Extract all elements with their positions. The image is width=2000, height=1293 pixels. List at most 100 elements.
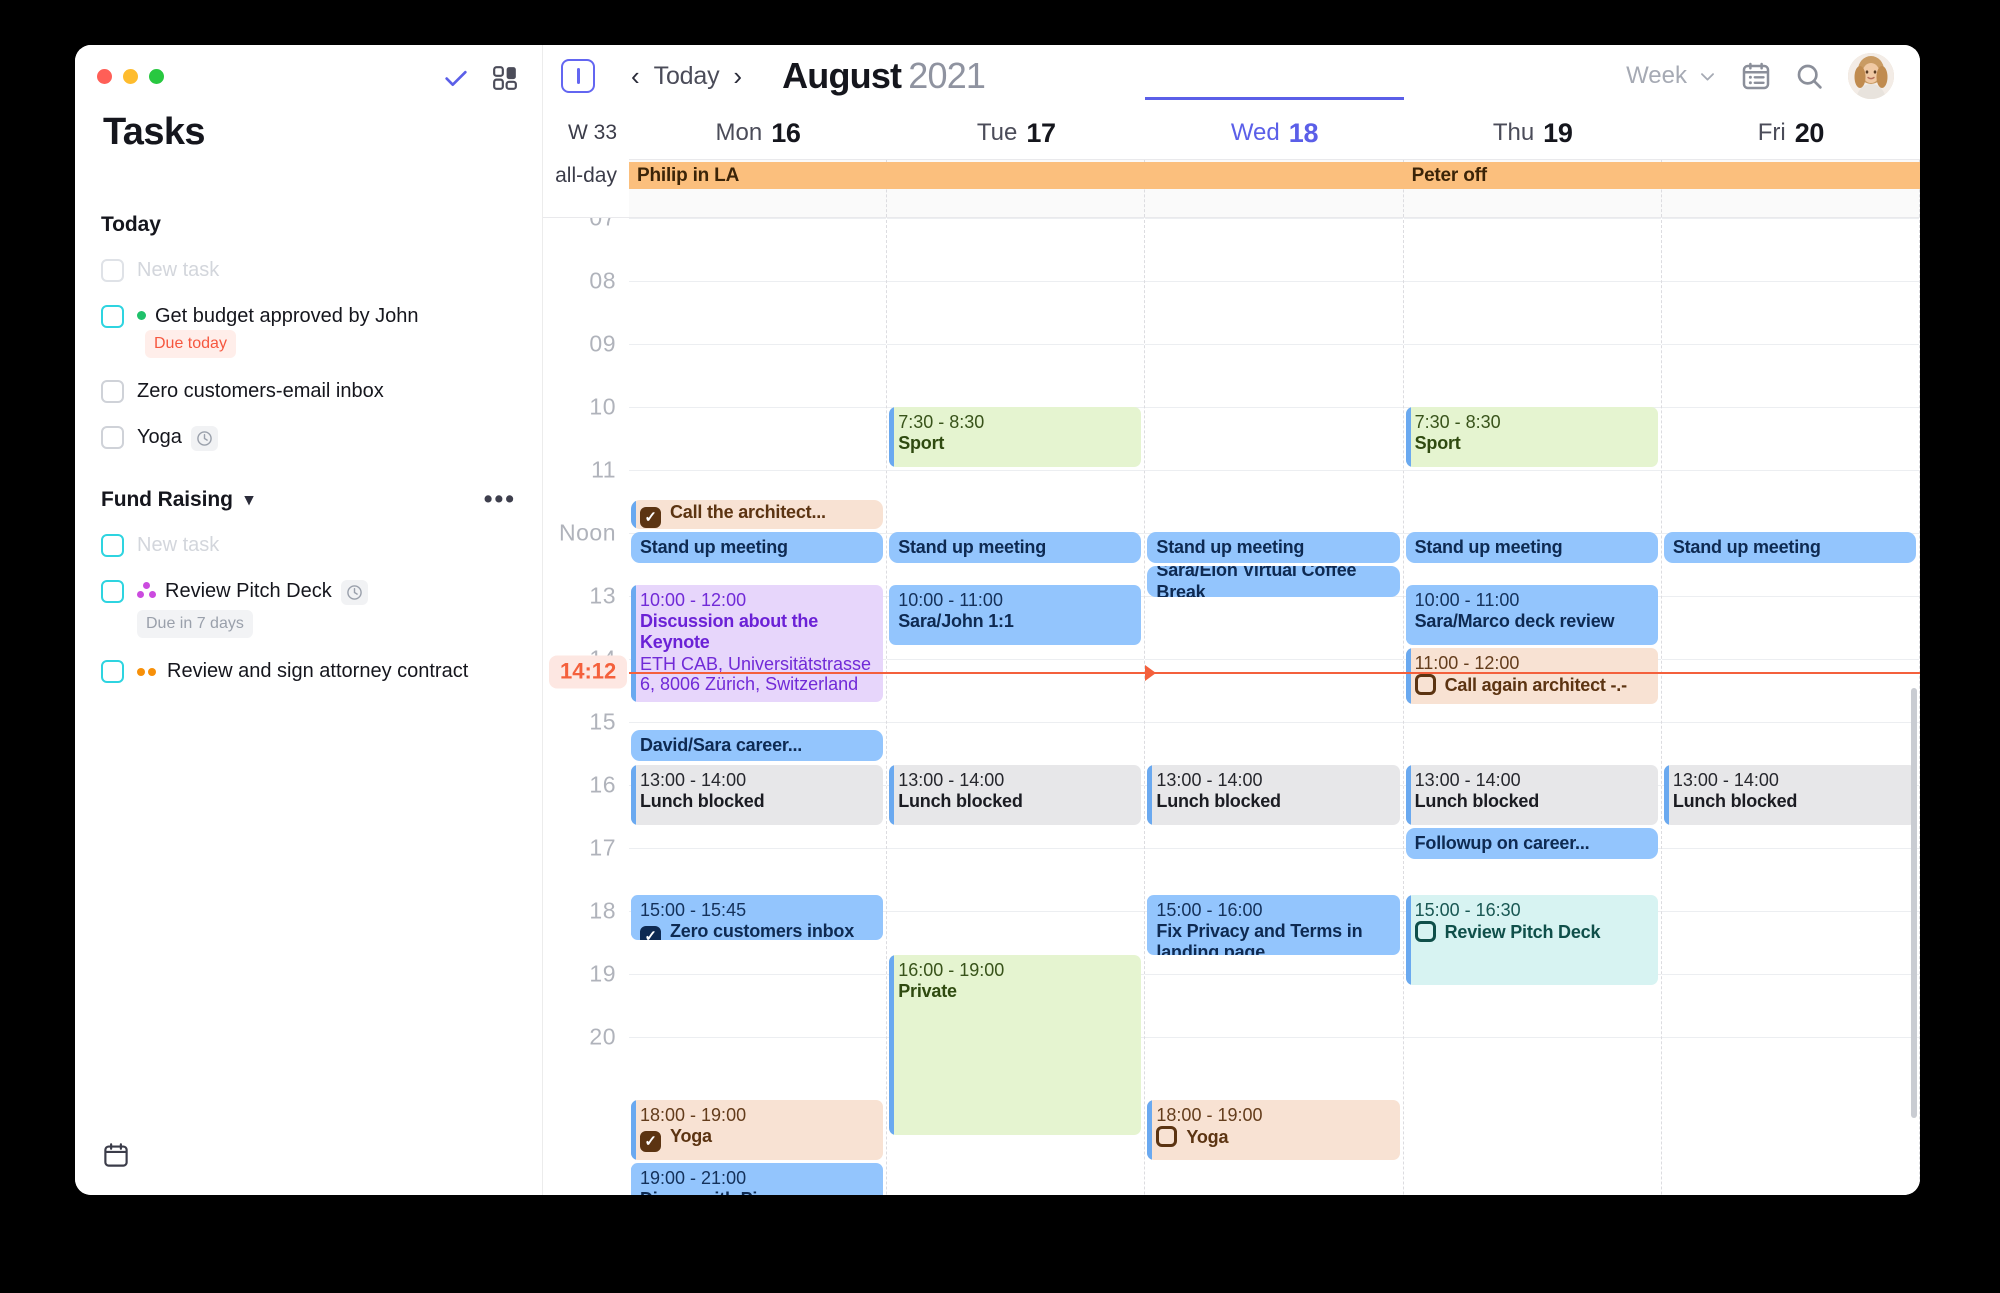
task-checkbox[interactable] bbox=[101, 259, 124, 282]
calendar-event[interactable]: 15:00 - 16:00 Fix Privacy and Terms in la… bbox=[1147, 895, 1400, 955]
view-selector[interactable]: Week bbox=[1626, 62, 1717, 90]
calendar-event[interactable]: 19:00 - 21:00Dinner with Pier bbox=[631, 1163, 884, 1195]
calendar-event[interactable]: Stand up meeting bbox=[889, 532, 1142, 563]
allday-event[interactable]: Peter off bbox=[1403, 162, 1920, 189]
calendar-scroll-area[interactable]: 0708091011Noon1314151617181920 ✓Call the… bbox=[543, 217, 1920, 1195]
task-item[interactable]: Get budget approved by JohnDue today bbox=[101, 293, 516, 367]
day-header-mon[interactable]: Mon 16 bbox=[629, 107, 887, 159]
day-column-tue[interactable]: 7:30 - 8:30 Sport Stand up meeting 10:00 - … bbox=[887, 218, 1146, 1195]
project-dots-icon bbox=[137, 667, 159, 676]
close-button[interactable] bbox=[97, 69, 112, 84]
hour-gridline bbox=[887, 848, 1145, 849]
calendar-event[interactable]: 11:00 - 12:00✓Call again architect -.- bbox=[1405, 648, 1658, 704]
task-checkbox[interactable] bbox=[101, 305, 124, 329]
task-item[interactable]: Review Pitch Deck Due in 7 days bbox=[101, 568, 516, 647]
task-checkbox[interactable] bbox=[101, 659, 124, 683]
calendar-event[interactable]: 18:00 - 19:00✓Yoga bbox=[631, 1100, 884, 1160]
hour-gridline bbox=[1403, 281, 1661, 282]
calendar-event[interactable]: 18:00 - 19:00✓Yoga bbox=[1147, 1100, 1400, 1160]
day-header-wed[interactable]: Wed 18 bbox=[1145, 97, 1404, 159]
grid-icon[interactable] bbox=[490, 63, 520, 93]
day-column-mon[interactable]: ✓ Call the architect... Stand up meeting 10… bbox=[629, 218, 888, 1195]
task-checkbox[interactable] bbox=[101, 425, 124, 449]
event-title: ✓ Call the architect... bbox=[640, 502, 826, 528]
event-title: Sara/Marco deck review bbox=[1415, 611, 1651, 632]
clock-icon[interactable] bbox=[340, 580, 368, 606]
calendar-event[interactable]: 15:00 - 16:30✓ Review Pitch Deck bbox=[1405, 895, 1658, 985]
vertical-scrollbar[interactable] bbox=[1911, 688, 1917, 1118]
event-title: Fix Privacy and Terms in landing page bbox=[1156, 921, 1392, 955]
hour-gridline bbox=[1403, 344, 1661, 345]
event-time: 7:30 - 8:30 bbox=[898, 412, 985, 432]
event-checkbox[interactable]: ✓ bbox=[640, 926, 661, 940]
day-header-thu[interactable]: Thu 19 bbox=[1404, 107, 1662, 159]
calendar-event[interactable]: 13:00 - 14:00 Lunch blocked bbox=[889, 765, 1142, 825]
clock-icon[interactable] bbox=[190, 425, 218, 451]
event-checkbox[interactable]: ✓ bbox=[640, 1131, 661, 1153]
calendar-event[interactable]: Stand up meeting bbox=[1663, 532, 1917, 563]
calendar-event[interactable]: David/Sara career... bbox=[631, 730, 884, 761]
calendar-icon[interactable] bbox=[103, 1142, 129, 1173]
event-checkbox[interactable]: ✓ bbox=[1414, 674, 1436, 696]
chevron-down-icon[interactable]: ▾ bbox=[245, 491, 254, 508]
calendar-event[interactable]: 10:00 - 12:00 Discussion about the Keynot… bbox=[631, 585, 884, 702]
today-button[interactable]: Today bbox=[654, 62, 720, 91]
calendar-event[interactable]: 13:00 - 14:00 Lunch blocked bbox=[1405, 765, 1658, 825]
day-header-fri[interactable]: Fri 20 bbox=[1662, 107, 1920, 159]
task-item[interactable]: New task bbox=[101, 522, 516, 568]
zoom-button[interactable] bbox=[149, 69, 164, 84]
task-section-header: Fund Raising ▾ ••• bbox=[101, 487, 516, 512]
calendar-event[interactable]: 13:00 - 14:00 Lunch blocked bbox=[1147, 765, 1400, 825]
event-checkbox[interactable]: ✓ bbox=[640, 506, 661, 528]
task-item[interactable]: Review and sign attorney contract bbox=[101, 648, 516, 694]
task-checkbox[interactable] bbox=[101, 580, 124, 604]
calendar-event[interactable]: 7:30 - 8:30 Sport bbox=[889, 407, 1142, 467]
day-date: 19 bbox=[1543, 117, 1573, 148]
event-time: 10:00 - 12:00 bbox=[640, 590, 747, 610]
calendar-header-actions: Week bbox=[1626, 53, 1894, 99]
section-menu-button[interactable]: ••• bbox=[484, 487, 516, 512]
calendar-event[interactable]: Sara/Elon Virtual Coffee Break bbox=[1147, 566, 1400, 597]
calendar-event[interactable]: 16:00 - 19:00 Private bbox=[889, 955, 1142, 1135]
allday-row: Philip in LA Peter off bbox=[543, 159, 1920, 217]
calendar-event[interactable]: Stand up meeting bbox=[1405, 532, 1658, 563]
calendar-event[interactable]: 7:30 - 8:30 Sport bbox=[1405, 407, 1658, 467]
day-column-fri[interactable]: Stand up meeting 13:00 - 14:00 Lunch block… bbox=[1661, 218, 1920, 1195]
avatar[interactable] bbox=[1848, 53, 1894, 99]
calendar-event[interactable]: 13:00 - 14:00 Lunch blocked bbox=[1663, 765, 1917, 825]
project-dots-icon bbox=[137, 582, 157, 600]
day-column-wed[interactable]: Stand up meeting Sara/Elon Virtual Coffee… bbox=[1145, 218, 1404, 1195]
day-column-thu[interactable]: 7:30 - 8:30 Sport Stand up meeting 10:00 - … bbox=[1403, 218, 1662, 1195]
day-header-tue[interactable]: Tue 17 bbox=[887, 107, 1145, 159]
task-checkbox[interactable] bbox=[101, 533, 124, 557]
prev-week-button[interactable]: ‹ bbox=[631, 63, 640, 89]
calendar-event[interactable]: 10:00 - 11:00 Sara/John 1:1 bbox=[889, 585, 1142, 645]
hour-gridline bbox=[1661, 596, 1920, 597]
calendar-event[interactable]: 13:00 - 14:00 Lunch blocked bbox=[631, 765, 884, 825]
calendar-event[interactable]: ✓ Call the architect... bbox=[631, 500, 884, 529]
allday-event[interactable]: Philip in LA bbox=[629, 162, 1404, 189]
search-icon[interactable] bbox=[1795, 62, 1824, 91]
calendar-event[interactable]: 10:00 - 11:00 Sara/Marco deck review bbox=[1405, 585, 1658, 645]
hour-label: 08 bbox=[589, 267, 616, 294]
task-item[interactable]: Zero customers-email inbox bbox=[101, 368, 516, 414]
task-item[interactable]: Yoga bbox=[101, 414, 516, 460]
event-title: Lunch blocked bbox=[1415, 791, 1651, 812]
calendar-event[interactable]: Stand up meeting bbox=[1147, 532, 1400, 563]
sidebar-toggle-icon[interactable] bbox=[561, 59, 595, 93]
calendar-event[interactable]: Followup on career... bbox=[1405, 828, 1658, 859]
task-checkbox[interactable] bbox=[101, 379, 124, 403]
agenda-icon[interactable] bbox=[1741, 61, 1771, 91]
event-checkbox[interactable]: ✓ bbox=[1156, 1126, 1178, 1148]
window-traffic-lights bbox=[97, 69, 164, 84]
minimize-button[interactable] bbox=[123, 69, 138, 84]
calendar-event[interactable]: Stand up meeting bbox=[631, 532, 884, 563]
next-week-button[interactable]: › bbox=[733, 63, 742, 89]
task-item[interactable]: New task bbox=[101, 247, 516, 293]
allday-gutter-spacer bbox=[543, 159, 629, 217]
allday-event-title: Peter off bbox=[1411, 164, 1487, 186]
calendar-event[interactable]: 15:00 - 15:45 ✓ Zero customers inbox bbox=[631, 895, 884, 940]
check-icon[interactable] bbox=[441, 63, 471, 93]
event-title-text: Call again architect -.- bbox=[1444, 675, 1627, 696]
event-checkbox[interactable]: ✓ bbox=[1414, 921, 1436, 943]
